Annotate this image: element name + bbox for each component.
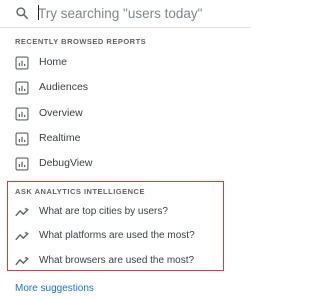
report-item-label: DebugView xyxy=(39,157,93,169)
intelligence-heading: ASK ANALYTICS INTELLIGENCE xyxy=(15,187,145,196)
report-item-realtime[interactable]: Realtime xyxy=(0,128,251,152)
report-item-overview[interactable]: Overview xyxy=(0,103,251,127)
report-item-label: Overview xyxy=(39,107,83,119)
intelligence-question-label: What platforms are used the most? xyxy=(39,230,195,241)
search-icon xyxy=(16,7,29,20)
intelligence-question-browsers[interactable]: What browsers are used the most? xyxy=(0,251,251,273)
report-chart-icon xyxy=(15,81,29,95)
intelligence-question-label: What are top cities by users? xyxy=(39,206,168,217)
report-item-audiences[interactable]: Audiences xyxy=(0,77,251,101)
insights-sparkline-icon xyxy=(15,231,29,241)
report-chart-icon xyxy=(15,56,29,70)
more-suggestions-link[interactable]: More suggestions xyxy=(15,283,94,294)
report-item-home[interactable]: Home xyxy=(0,52,251,76)
text-caret xyxy=(38,5,39,20)
report-item-label: Audiences xyxy=(39,81,89,93)
search-bar[interactable] xyxy=(0,0,251,26)
report-chart-icon xyxy=(15,157,29,171)
search-input[interactable] xyxy=(38,4,243,22)
intelligence-question-platforms[interactable]: What platforms are used the most? xyxy=(0,226,251,248)
report-item-label: Home xyxy=(39,56,68,68)
report-chart-icon xyxy=(15,132,29,146)
search-divider xyxy=(0,27,251,28)
insights-sparkline-icon xyxy=(15,207,29,217)
recent-reports-heading: RECENTLY BROWSED REPORTS xyxy=(15,37,147,46)
report-item-label: Realtime xyxy=(39,132,81,144)
report-item-debugview[interactable]: DebugView xyxy=(0,153,251,177)
report-chart-icon xyxy=(15,107,29,121)
intelligence-question-cities[interactable]: What are top cities by users? xyxy=(0,202,251,224)
insights-sparkline-icon xyxy=(15,256,29,266)
intelligence-question-label: What browsers are used the most? xyxy=(39,255,195,266)
